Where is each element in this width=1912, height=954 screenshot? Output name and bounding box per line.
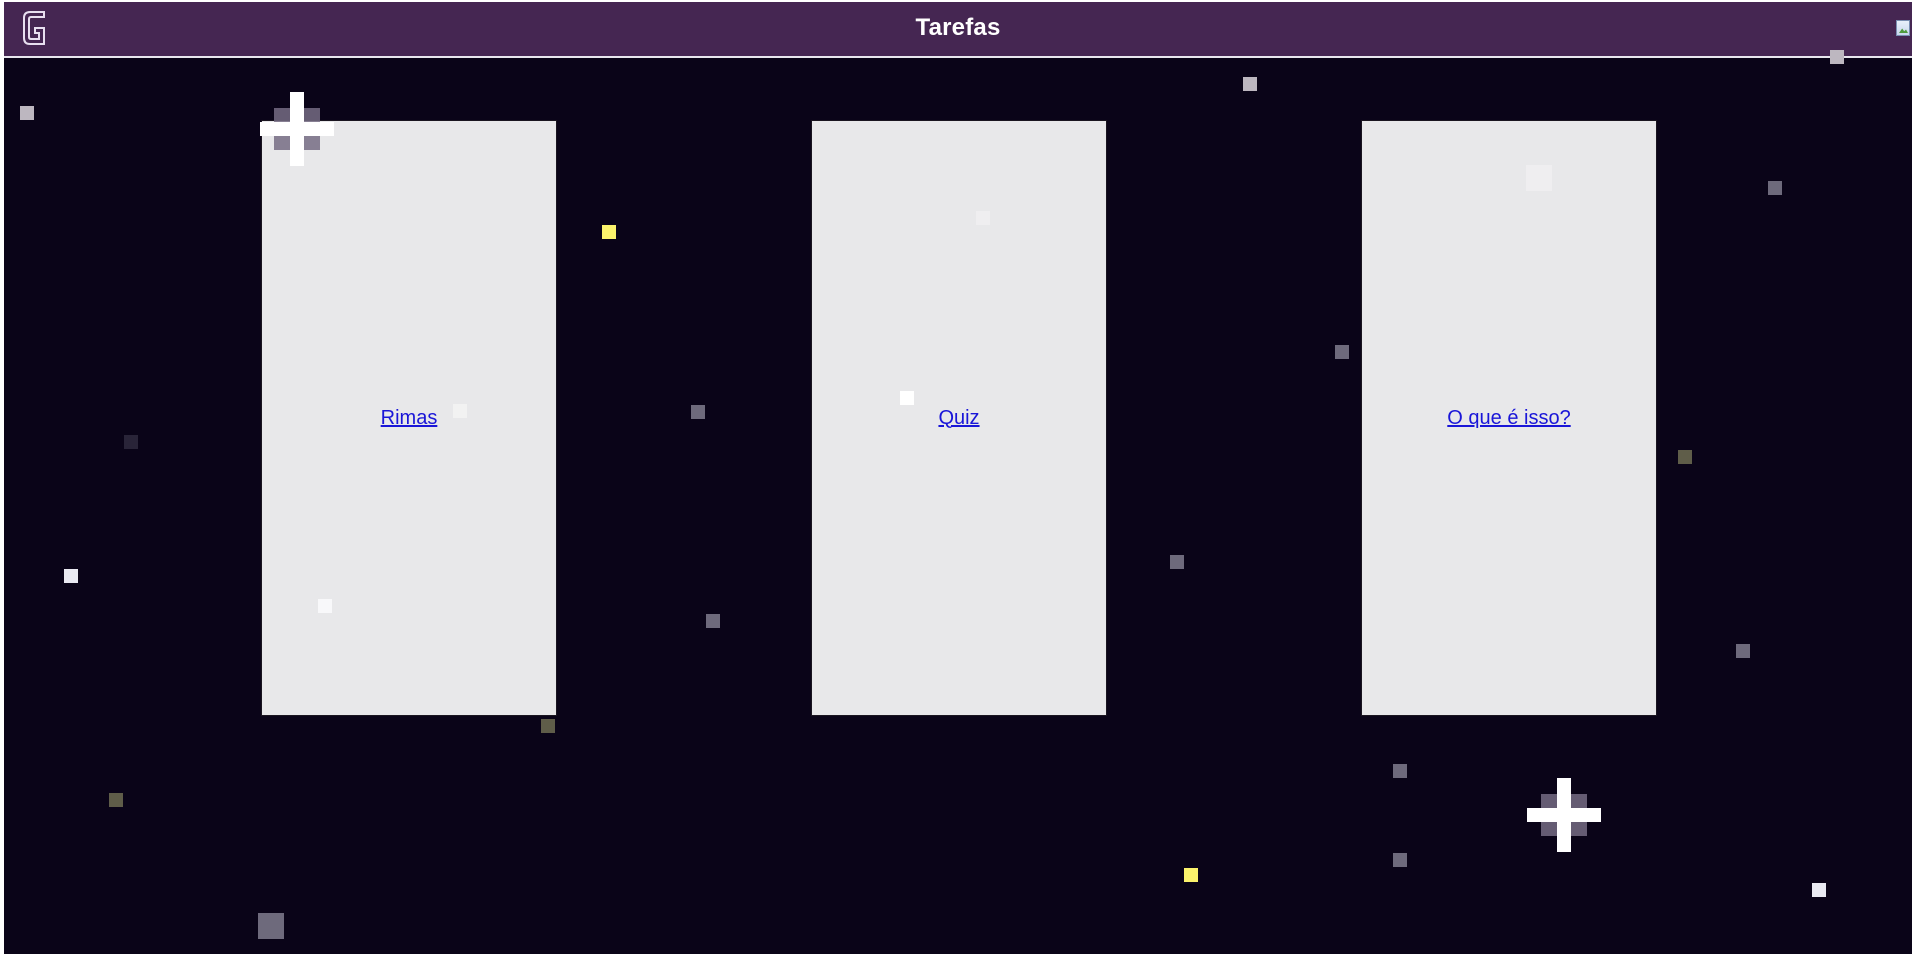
- star-icon: [20, 106, 34, 120]
- star-icon: [1393, 764, 1407, 778]
- star-icon: [706, 614, 720, 628]
- star-icon: [1830, 50, 1844, 64]
- broken-image-icon[interactable]: [1896, 20, 1910, 36]
- task-card-rimas[interactable]: Rimas: [261, 120, 557, 716]
- star-icon: [109, 793, 123, 807]
- star-icon: [124, 435, 138, 449]
- page-title: Tarefas: [915, 14, 1001, 41]
- star-icon: [602, 225, 616, 239]
- task-link-quiz[interactable]: Quiz: [938, 407, 979, 430]
- app-frame: Tarefas Rimas Quiz O que é isso?: [4, 2, 1912, 954]
- star-icon: [258, 913, 284, 939]
- top-bar: Tarefas: [4, 2, 1912, 58]
- star-icon: [1812, 883, 1826, 897]
- task-card-o-que-e-isso[interactable]: O que é isso?: [1361, 120, 1657, 716]
- star-icon: [1243, 77, 1257, 91]
- star-icon: [1335, 345, 1349, 359]
- task-link-o-que-e-isso[interactable]: O que é isso?: [1447, 407, 1570, 430]
- star-icon: [453, 404, 467, 418]
- star-icon: [1184, 868, 1198, 882]
- star-icon: [900, 391, 914, 405]
- star-icon: [541, 719, 555, 733]
- star-icon: [318, 599, 332, 613]
- star-icon: [1393, 853, 1407, 867]
- task-link-rimas[interactable]: Rimas: [381, 407, 438, 430]
- star-icon: [976, 211, 990, 225]
- star-icon: [691, 405, 705, 419]
- star-icon: [1768, 181, 1782, 195]
- star-icon: [1678, 450, 1692, 464]
- task-card-quiz[interactable]: Quiz: [811, 120, 1107, 716]
- star-icon: [1170, 555, 1184, 569]
- sparkle-icon: [1527, 778, 1601, 852]
- star-icon: [1736, 644, 1750, 658]
- star-icon: [64, 569, 78, 583]
- sparkle-icon: [260, 92, 334, 166]
- star-icon: [1526, 165, 1552, 191]
